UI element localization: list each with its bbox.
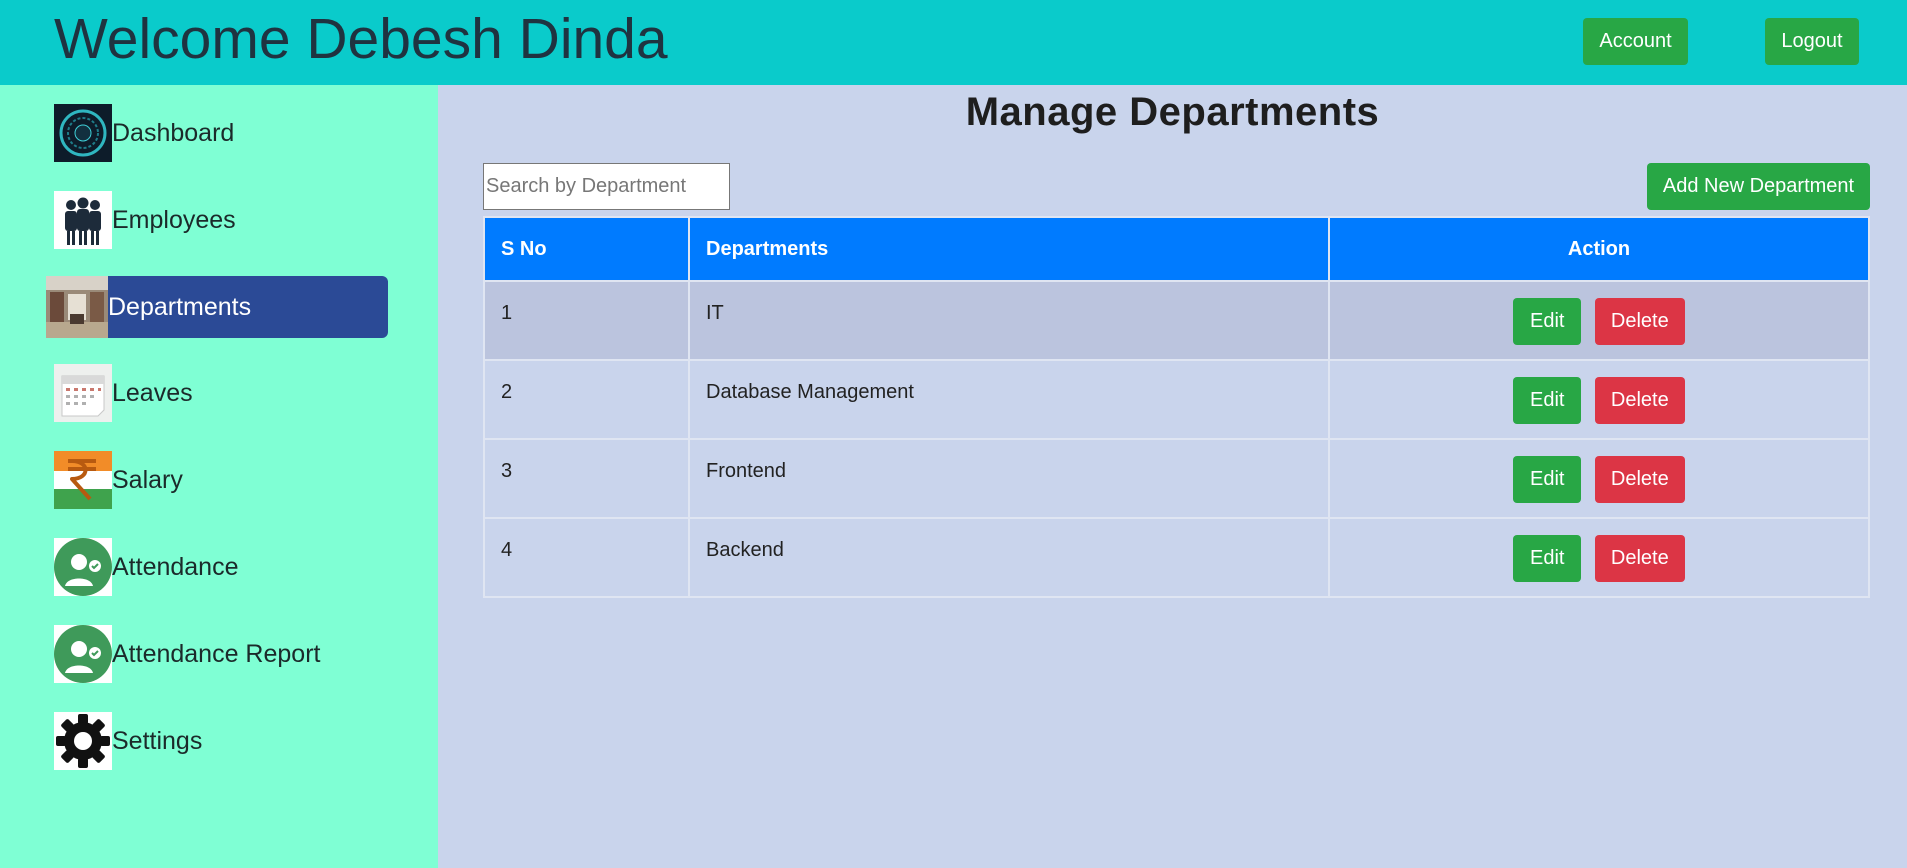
sidebar-item-departments[interactable]: Departments: [46, 276, 388, 338]
cell-action: Edit Delete: [1328, 359, 1870, 440]
attendance-report-icon: [54, 625, 112, 683]
sidebar-item-attendance-report[interactable]: Attendance Report: [54, 625, 384, 683]
departments-table: S No Departments Action 1 IT Edit Delete…: [483, 216, 1870, 598]
delete-button[interactable]: Delete: [1594, 456, 1685, 503]
sidebar-item-label: Leaves: [112, 378, 193, 407]
rupee-icon: [54, 451, 112, 509]
sidebar-item-attendance[interactable]: Attendance: [54, 538, 384, 596]
sidebar-item-label: Attendance Report: [112, 639, 321, 668]
cell-department: IT: [688, 280, 1330, 361]
table-row: 1 IT Edit Delete: [483, 280, 1870, 361]
table-row: 3 Frontend Edit Delete: [483, 438, 1870, 519]
sidebar-item-label: Departments: [108, 292, 252, 321]
column-header-sno: S No: [483, 216, 690, 282]
table-row: 2 Database Management Edit Delete: [483, 359, 1870, 440]
delete-button[interactable]: Delete: [1594, 298, 1685, 345]
sidebar: Dashboard Employees Departments Leaves S…: [0, 85, 438, 868]
delete-button[interactable]: Delete: [1594, 377, 1685, 424]
sidebar-item-dashboard[interactable]: Dashboard: [54, 104, 384, 162]
cell-sno: 3: [483, 438, 690, 519]
account-button[interactable]: Account: [1583, 18, 1688, 65]
edit-button[interactable]: Edit: [1513, 535, 1582, 582]
calendar-icon: [54, 364, 112, 422]
sidebar-item-label: Salary: [112, 465, 183, 494]
sidebar-item-label: Employees: [112, 205, 236, 234]
top-header: Welcome Debesh Dinda Account Logout: [0, 0, 1907, 85]
cell-department: Frontend: [688, 438, 1330, 519]
gear-icon: [54, 712, 112, 770]
sidebar-item-label: Attendance: [112, 552, 239, 581]
cell-action: Edit Delete: [1328, 280, 1870, 361]
delete-button[interactable]: Delete: [1594, 535, 1685, 582]
cell-action: Edit Delete: [1328, 517, 1870, 598]
column-header-action: Action: [1328, 216, 1870, 282]
table-row: 4 Backend Edit Delete: [483, 517, 1870, 598]
edit-button[interactable]: Edit: [1513, 377, 1582, 424]
column-header-departments: Departments: [688, 216, 1330, 282]
sidebar-item-employees[interactable]: Employees: [54, 191, 384, 249]
edit-button[interactable]: Edit: [1513, 456, 1582, 503]
sidebar-item-salary[interactable]: Salary: [54, 451, 384, 509]
welcome-heading: Welcome Debesh Dinda: [54, 7, 668, 71]
cell-department: Database Management: [688, 359, 1330, 440]
attendance-icon: [54, 538, 112, 596]
cell-sno: 1: [483, 280, 690, 361]
sidebar-item-label: Dashboard: [112, 118, 235, 147]
cell-sno: 2: [483, 359, 690, 440]
search-input[interactable]: [483, 163, 730, 210]
add-department-button[interactable]: Add New Department: [1647, 163, 1870, 210]
dashboard-icon: [54, 104, 112, 162]
cell-sno: 4: [483, 517, 690, 598]
logout-button[interactable]: Logout: [1765, 18, 1859, 65]
employees-icon: [54, 191, 112, 249]
cell-action: Edit Delete: [1328, 438, 1870, 519]
sidebar-item-settings[interactable]: Settings: [54, 712, 384, 770]
edit-button[interactable]: Edit: [1513, 298, 1582, 345]
sidebar-item-label: Settings: [112, 726, 203, 755]
departments-icon: [46, 276, 108, 338]
table-header-row: S No Departments Action: [483, 216, 1870, 282]
sidebar-item-leaves[interactable]: Leaves: [54, 364, 384, 422]
page-title: Manage Departments: [965, 90, 1380, 134]
cell-department: Backend: [688, 517, 1330, 598]
